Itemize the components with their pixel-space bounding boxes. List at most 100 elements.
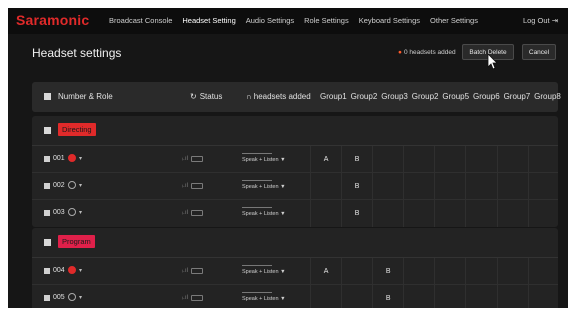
brand-logo: Saramonic — [16, 12, 90, 28]
group-cell[interactable] — [403, 146, 434, 173]
column-group-6: Group6 — [472, 92, 500, 101]
signal-battery: ᵢ.ıl — [182, 155, 204, 162]
chevron-down-icon[interactable]: ▾ — [79, 182, 82, 189]
column-status-label: Status — [199, 92, 223, 101]
signal-icon: ᵢ.ıl — [182, 209, 189, 216]
group-cell[interactable] — [403, 200, 434, 227]
group-cell[interactable] — [527, 200, 558, 227]
group-cell[interactable] — [496, 200, 528, 227]
top-navbar: Saramonic Broadcast Console Headset Sett… — [8, 8, 568, 34]
group-cell[interactable] — [434, 200, 465, 227]
group-cell[interactable]: B — [341, 146, 372, 173]
select-all-checkbox[interactable] — [44, 93, 51, 100]
group-cell[interactable]: B — [372, 285, 403, 308]
group-cell[interactable] — [496, 285, 528, 308]
group-cell[interactable]: B — [341, 200, 372, 227]
group-cell[interactable] — [527, 258, 558, 285]
app-window: Saramonic Broadcast Console Headset Sett… — [8, 8, 568, 308]
talk-mode-select[interactable]: Speak + Listen ▼ — [242, 207, 286, 217]
group-cell[interactable] — [465, 258, 496, 285]
nav-item-other-settings[interactable]: Other Settings — [430, 16, 478, 25]
status-indicator-icon — [68, 208, 76, 216]
talk-mode-select[interactable]: Speak + Listen ▼ — [242, 153, 286, 163]
group-cell[interactable] — [372, 173, 403, 200]
group-cell[interactable] — [434, 285, 465, 308]
headset-number: 002 — [53, 182, 65, 189]
role-checkbox[interactable] — [44, 239, 51, 246]
group-cell[interactable] — [465, 285, 496, 308]
column-group-4: Group2 — [411, 92, 439, 101]
talk-mode-select[interactable]: Speak + Listen ▼ — [242, 265, 286, 275]
status-dot-icon: ● — [398, 49, 402, 56]
group-cell[interactable] — [403, 285, 434, 308]
nav-item-headset-setting[interactable]: Headset Setting — [182, 16, 235, 25]
talk-mode-select[interactable]: Speak + Listen ▼ — [242, 292, 286, 302]
group-cell[interactable] — [527, 146, 558, 173]
nav-item-keyboard-settings[interactable]: Keyboard Settings — [359, 16, 420, 25]
group-cell[interactable] — [496, 258, 528, 285]
row-checkbox[interactable] — [44, 183, 50, 189]
role-tag: Program — [58, 235, 95, 248]
group-cell[interactable] — [496, 173, 528, 200]
group-cells: A B — [310, 146, 558, 173]
signal-battery: ᵢ.ıl — [182, 294, 204, 301]
role-checkbox[interactable] — [44, 127, 51, 134]
table-row: 002 ▾ ᵢ.ıl Speak + Listen ▼ B — [32, 173, 558, 200]
status-indicator-icon — [68, 266, 76, 274]
group-cell[interactable] — [341, 258, 372, 285]
chevron-down-icon[interactable]: ▾ — [79, 209, 82, 216]
logout-button[interactable]: Log Out ⇥ — [523, 16, 558, 25]
group-cell[interactable] — [434, 146, 465, 173]
refresh-icon: ↻ — [190, 92, 197, 101]
group-cell[interactable] — [372, 146, 403, 173]
group-cell[interactable] — [341, 285, 372, 308]
group-cell[interactable]: A — [310, 258, 341, 285]
row-checkbox[interactable] — [44, 210, 50, 216]
battery-icon — [191, 294, 204, 301]
page-title: Headset settings — [32, 46, 122, 60]
talk-mode-select[interactable]: Speak + Listen ▼ — [242, 180, 286, 190]
signal-battery: ᵢ.ıl — [182, 209, 204, 216]
row-checkbox[interactable] — [44, 268, 50, 274]
chevron-down-icon[interactable]: ▾ — [79, 155, 82, 162]
row-checkbox[interactable] — [44, 295, 50, 301]
group-cells: B — [310, 285, 558, 308]
headset-icon: ∩ — [246, 92, 252, 101]
status-indicator-icon — [68, 293, 76, 301]
group-cell[interactable] — [465, 146, 496, 173]
group-cell[interactable]: B — [372, 258, 403, 285]
group-cell[interactable] — [310, 285, 341, 308]
group-cell[interactable] — [403, 173, 434, 200]
group-cell[interactable]: A — [310, 146, 341, 173]
group-cell[interactable]: B — [341, 173, 372, 200]
group-cell[interactable] — [465, 200, 496, 227]
group-cell[interactable] — [310, 173, 341, 200]
signal-icon: ᵢ.ıl — [182, 294, 189, 301]
cancel-button[interactable]: Cancel — [522, 44, 556, 60]
column-number-role: Number & Role — [58, 92, 113, 101]
column-status: ↻ Status — [190, 92, 222, 101]
chevron-down-icon[interactable]: ▾ — [79, 294, 82, 301]
battery-icon — [191, 155, 204, 162]
nav-item-audio-settings[interactable]: Audio Settings — [246, 16, 294, 25]
group-cell[interactable] — [434, 173, 465, 200]
group-cell[interactable] — [310, 200, 341, 227]
group-cell[interactable] — [527, 173, 558, 200]
group-cell[interactable] — [465, 173, 496, 200]
row-checkbox[interactable] — [44, 156, 50, 162]
group-cell[interactable] — [372, 200, 403, 227]
chevron-down-icon[interactable]: ▾ — [79, 267, 82, 274]
signal-icon: ᵢ.ıl — [182, 182, 189, 189]
column-group-7: Group7 — [503, 92, 531, 101]
group-cell[interactable] — [527, 285, 558, 308]
column-group-8: Group8 — [534, 92, 561, 101]
table-row: 004 ▾ ᵢ.ıl Speak + Listen ▼ A B — [32, 258, 558, 285]
group-cell[interactable] — [496, 146, 528, 173]
nav-item-broadcast-console[interactable]: Broadcast Console — [109, 16, 172, 25]
nav-item-role-settings[interactable]: Role Settings — [304, 16, 349, 25]
group-cell[interactable] — [403, 258, 434, 285]
column-headsets-added: ∩ headsets added — [246, 92, 311, 101]
group-columns: Group1 Group2 Group3 Group2 Group5 Group… — [320, 92, 565, 101]
group-cell[interactable] — [434, 258, 465, 285]
group-cells: B — [310, 173, 558, 200]
